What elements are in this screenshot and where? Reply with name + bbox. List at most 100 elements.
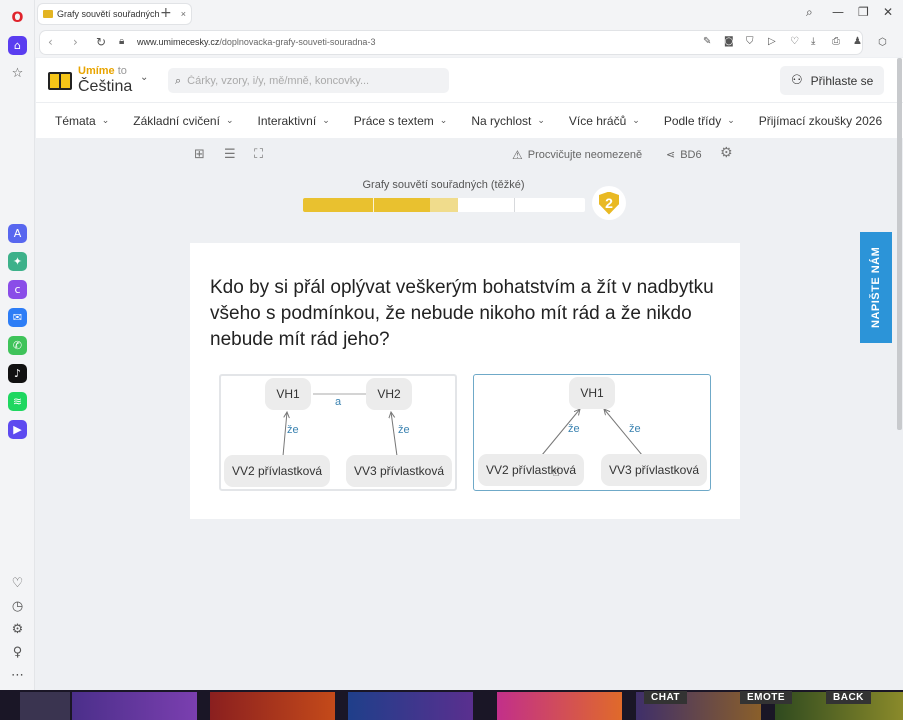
more-icon[interactable]: ⋯ (8, 666, 27, 685)
list-icon[interactable]: ☰ (224, 147, 236, 162)
game-overlay-strip: CHAT EMOTE BACK (0, 690, 903, 720)
logo-brand: Umíme to (78, 65, 127, 77)
feedback-tab[interactable]: NAPIŠTE NÁM (860, 232, 892, 343)
tiktok-icon[interactable]: ♪ (8, 364, 27, 383)
connector-a: a (335, 396, 342, 408)
tips-icon[interactable]: ♀ (8, 643, 27, 662)
search-tabs-icon[interactable]: ⌕ (806, 5, 813, 20)
close-window-icon[interactable]: ✕ (883, 5, 893, 19)
camera-icon[interactable]: ◙ (724, 36, 734, 47)
game-thumbnail[interactable] (20, 692, 70, 720)
restore-icon[interactable]: ❐ (858, 5, 869, 19)
account-icon[interactable]: ♟ (853, 36, 862, 47)
forward-icon[interactable]: › (73, 35, 78, 49)
chevron-down-icon: ⌄ (537, 115, 545, 126)
gear-icon[interactable]: ⚙ (720, 145, 733, 161)
tab-favicon-icon (43, 10, 53, 18)
logo-subject: Čeština (78, 78, 133, 95)
favorite-icon[interactable]: ♡ (790, 36, 799, 47)
tab-close-icon[interactable]: × (181, 9, 186, 19)
level-badge: 2 (592, 186, 626, 220)
answer-option-1[interactable]: VH1 VH2 a že že VV2 přívlastková VV3 pří… (219, 374, 457, 491)
player-icon[interactable]: ▶ (8, 420, 27, 439)
subject-chevron-down-icon[interactable]: ⌄ (140, 72, 148, 83)
chat-button[interactable]: CHAT (644, 691, 688, 704)
nav-item-vice-hracu[interactable]: Více hráčů ⌄ (569, 114, 640, 128)
ai-tools-icon[interactable]: c (8, 280, 27, 299)
search-icon: ⌕ (175, 73, 182, 87)
minimize-icon[interactable]: — (832, 5, 844, 19)
nav-item-podle-tridy[interactable]: Podle třídy ⌄ (664, 114, 735, 128)
tab-strip: Grafy souvětí souřadných × + ⌕ — ❐ ✕ (35, 0, 903, 28)
scrollbar[interactable] (897, 58, 902, 430)
web-page: Umíme to Čeština ⌄ ⌕ ⚇ Přihlaste se Téma… (36, 58, 903, 690)
warning-icon: ⚠ (512, 148, 523, 162)
chevron-down-icon: ⌄ (727, 115, 735, 126)
exercise-toolbar: ⊞ ☰ ⛶ ⚠ Procvičujte neomezeně ⋖ BD6 ⚙ (36, 144, 903, 168)
nav-item-na-rychlost[interactable]: Na rychlost ⌄ (471, 114, 545, 128)
emote-button[interactable]: EMOTE (740, 691, 793, 704)
url-text[interactable]: www.umimecesky.cz/doplnovacka-grafy-souv… (137, 37, 375, 47)
node-vv2: VV2 přívlastková (224, 455, 330, 487)
answer-option-2[interactable]: VH1 že že VV2 přívlastková VV3 přívlastk… (473, 374, 711, 491)
settings-icon[interactable]: ⚙ (8, 620, 27, 639)
back-button[interactable]: BACK (826, 691, 871, 704)
spotify-icon[interactable]: ≋ (8, 392, 27, 411)
edit-icon[interactable]: ✎ (703, 36, 711, 47)
site-logo[interactable]: Umíme to Čeština (48, 66, 132, 95)
share-button[interactable]: ⋖ BD6 (666, 148, 702, 161)
search-box[interactable]: ⌕ (168, 68, 449, 93)
login-button[interactable]: ⚇ Přihlaste se (780, 66, 884, 95)
progress-fill (303, 198, 430, 212)
node-vv3: VV3 přívlastková (601, 454, 707, 486)
progress-divider (373, 198, 374, 212)
connector-ze-right: že (398, 424, 410, 436)
fullscreen-icon[interactable]: ⛶ (254, 147, 263, 162)
nav-item-prace-s-textem[interactable]: Práce s textem ⌄ (354, 114, 448, 128)
download-icon[interactable]: ⤓ (811, 36, 815, 47)
game-thumbnail[interactable] (210, 692, 335, 720)
play-icon[interactable]: ▷ (768, 36, 776, 47)
login-label: Přihlaste se (810, 73, 874, 88)
address-field[interactable]: ‹ › ↻ 🔒︎ www.umimecesky.cz/doplnovacka-g… (40, 31, 862, 54)
level-shield-icon: 2 (599, 191, 619, 215)
practice-unlimited-link[interactable]: ⚠ Procvičujte neomezeně (512, 148, 642, 162)
progress-bar (303, 198, 585, 212)
node-vh1: VH1 (265, 378, 311, 410)
tab-title: Grafy souvětí souřadných (57, 9, 160, 19)
home-icon[interactable]: ⌂ (8, 36, 27, 55)
connector-ze-right: že (629, 423, 641, 435)
chevron-down-icon: ⌄ (322, 115, 330, 126)
chevron-down-icon: ⌄ (225, 115, 234, 126)
site-header: Umíme to Čeština ⌄ ⌕ ⚇ Přihlaste se (36, 58, 903, 102)
aria-icon[interactable]: A (8, 224, 27, 243)
node-vh2: VH2 (366, 378, 412, 410)
node-vv3: VV3 přívlastková (346, 455, 452, 487)
messenger-icon[interactable]: ✉ (8, 308, 27, 327)
heart-icon[interactable]: ♡ (8, 574, 27, 593)
whatsapp-icon[interactable]: ✆ (8, 336, 27, 355)
nav-item-zakladni-cviceni[interactable]: Základní cvičení ⌄ (133, 114, 233, 128)
new-tab-button[interactable]: + (160, 5, 172, 21)
exercise-title: Grafy souvětí souřadných (těžké) (362, 179, 525, 191)
bookmarks-icon[interactable]: ☆ (8, 64, 27, 83)
reload-icon[interactable]: ↻ (96, 35, 106, 49)
share-code: BD6 (680, 148, 702, 161)
bookmark-exercise-icon[interactable]: ⊞ (194, 147, 205, 162)
game-thumbnail[interactable] (348, 692, 473, 720)
search-input[interactable] (187, 74, 428, 87)
shield-icon[interactable]: ⛉ (746, 36, 754, 47)
nav-item-prijimaci-zkousky[interactable]: Přijímací zkoušky 2026 (759, 114, 882, 128)
browser-sidebar: O ⌂ ☆ A ✦ c ✉ ✆ ♪ ≋ ▶ ♡ ◷ ⚙ ♀ ⋯ (0, 0, 35, 690)
history-icon[interactable]: ◷ (8, 597, 27, 616)
book-logo-icon (48, 71, 72, 90)
extensions-icon[interactable]: ⬡ (878, 37, 887, 48)
snapshot-icon[interactable]: ⎙ (832, 36, 840, 47)
game-thumbnail[interactable] (497, 692, 622, 720)
nav-item-interaktivni[interactable]: Interaktivní ⌄ (258, 114, 330, 128)
game-thumbnail[interactable] (72, 692, 197, 720)
back-icon[interactable]: ‹ (48, 35, 53, 49)
opera-logo-icon[interactable]: O (8, 8, 27, 27)
nav-item-temata[interactable]: Témata ⌄ (55, 114, 109, 128)
chatgpt-icon[interactable]: ✦ (8, 252, 27, 271)
